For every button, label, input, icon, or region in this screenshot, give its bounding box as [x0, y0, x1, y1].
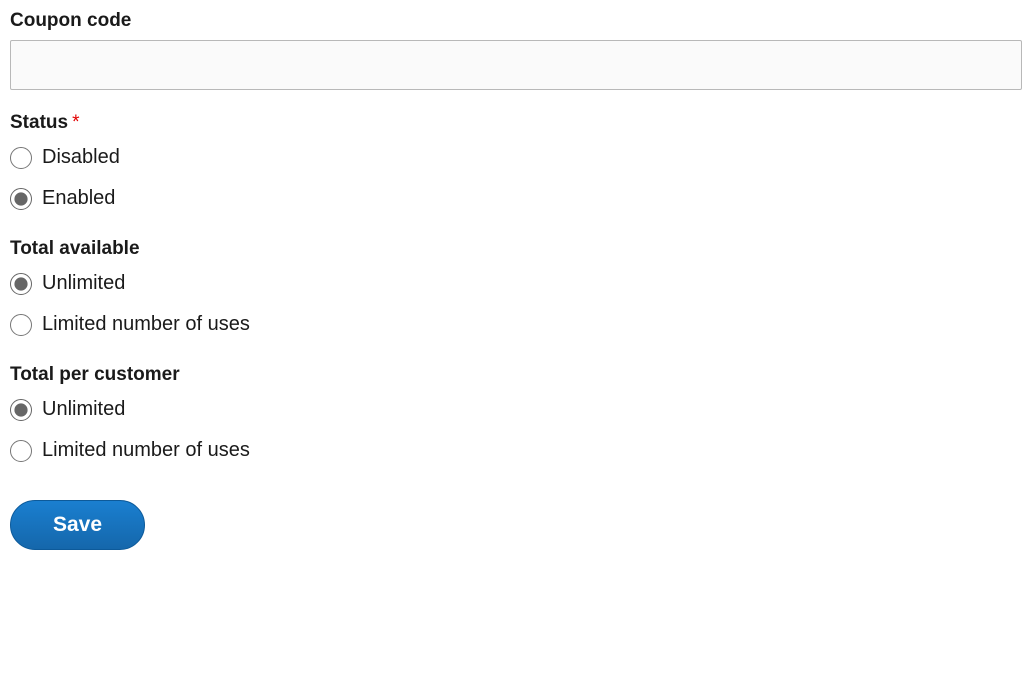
status-label-text: Status: [10, 112, 68, 133]
status-option-disabled: Disabled: [10, 146, 1022, 169]
total-available-label-limited[interactable]: Limited number of uses: [42, 313, 250, 336]
total-per-customer-radio-limited[interactable]: [10, 440, 32, 462]
total-per-customer-option-unlimited: Unlimited: [10, 398, 1022, 421]
total-per-customer-label-limited[interactable]: Limited number of uses: [42, 439, 250, 462]
total-per-customer-label-unlimited[interactable]: Unlimited: [42, 398, 125, 421]
total-available-radio-limited[interactable]: [10, 314, 32, 336]
required-asterisk: *: [72, 112, 79, 133]
save-button[interactable]: Save: [10, 500, 145, 550]
coupon-code-group: Coupon code: [10, 10, 1022, 90]
coupon-code-input[interactable]: [10, 40, 1022, 90]
total-available-radio-unlimited[interactable]: [10, 273, 32, 295]
status-label: Status*: [10, 112, 1022, 134]
status-radio-enabled[interactable]: [10, 188, 32, 210]
status-group: Status* Disabled Enabled: [10, 112, 1022, 210]
total-per-customer-radio-unlimited[interactable]: [10, 399, 32, 421]
total-per-customer-group: Total per customer Unlimited Limited num…: [10, 364, 1022, 462]
coupon-code-label: Coupon code: [10, 10, 1022, 32]
status-option-enabled: Enabled: [10, 187, 1022, 210]
total-available-option-limited: Limited number of uses: [10, 313, 1022, 336]
total-available-group: Total available Unlimited Limited number…: [10, 238, 1022, 336]
status-label-enabled[interactable]: Enabled: [42, 187, 115, 210]
status-radio-disabled[interactable]: [10, 147, 32, 169]
total-available-label: Total available: [10, 238, 1022, 260]
total-available-option-unlimited: Unlimited: [10, 272, 1022, 295]
total-per-customer-radio-group: Unlimited Limited number of uses: [10, 398, 1022, 462]
status-label-disabled[interactable]: Disabled: [42, 146, 120, 169]
total-per-customer-label: Total per customer: [10, 364, 1022, 386]
total-available-label-unlimited[interactable]: Unlimited: [42, 272, 125, 295]
status-radio-group: Disabled Enabled: [10, 146, 1022, 210]
total-per-customer-option-limited: Limited number of uses: [10, 439, 1022, 462]
total-available-radio-group: Unlimited Limited number of uses: [10, 272, 1022, 336]
